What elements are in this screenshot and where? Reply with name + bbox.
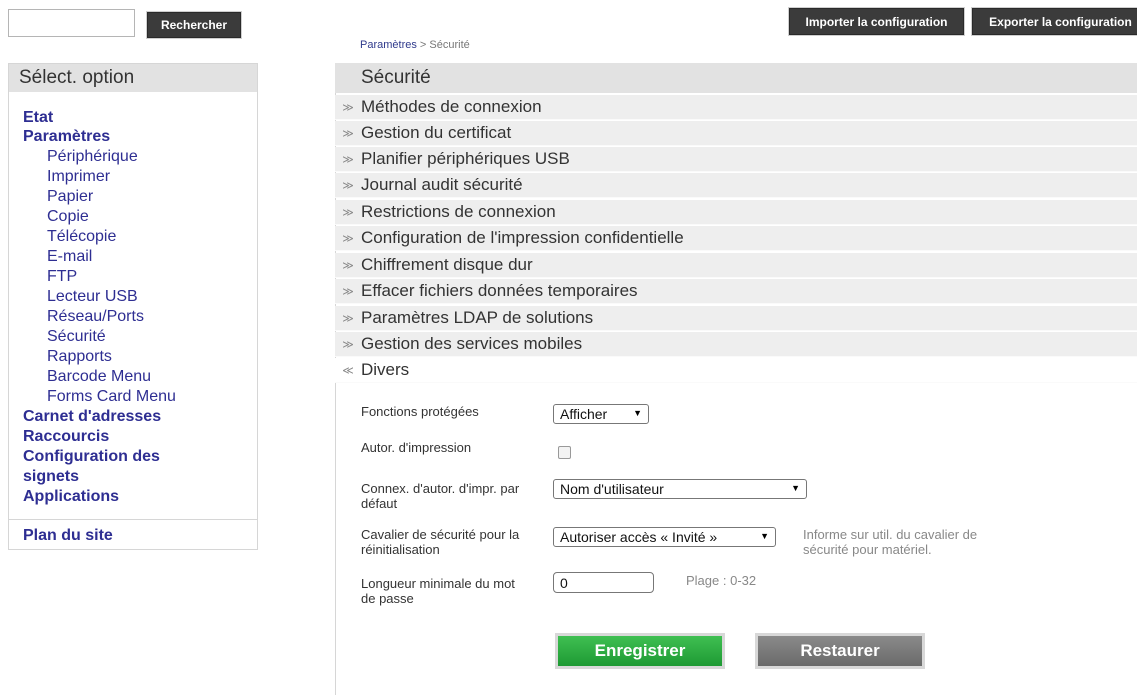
sidebar-item-etat[interactable]: Etat bbox=[23, 108, 53, 128]
expand-chevron-icon: ≫ bbox=[342, 153, 354, 166]
password-range-hint: Plage : 0-32 bbox=[686, 573, 757, 588]
breadcrumb-separator: > bbox=[416, 39, 430, 51]
sidebar-item-raccourcis[interactable]: Raccourcis bbox=[23, 427, 109, 447]
section-chiffrement-disque[interactable]: ≫ Chiffrement disque dur bbox=[335, 253, 1137, 278]
min-password-length-label: Longueur minimale du mot de passe bbox=[361, 576, 515, 606]
breadcrumb: Paramètres > Sécurité bbox=[360, 39, 470, 51]
section-divers[interactable]: ≪ Divers bbox=[335, 358, 1137, 383]
section-label: Divers bbox=[361, 360, 410, 379]
sidebar-item-ftp[interactable]: FTP bbox=[47, 267, 77, 287]
sidebar-item-parametres[interactable]: Paramètres bbox=[23, 127, 110, 147]
section-services-mobiles[interactable]: ≫ Gestion des services mobiles bbox=[335, 332, 1137, 357]
sidebar-item-rapports[interactable]: Rapports bbox=[47, 347, 112, 367]
export-configuration-button[interactable]: Exporter la configuration bbox=[972, 8, 1137, 35]
section-label: Méthodes de connexion bbox=[361, 97, 542, 116]
section-label: Gestion du certificat bbox=[361, 123, 512, 142]
sidebar-item-applications[interactable]: Applications bbox=[23, 487, 119, 507]
import-configuration-button[interactable]: Importer la configuration bbox=[789, 8, 964, 35]
save-button[interactable]: Enregistrer bbox=[555, 633, 725, 669]
sidebar-item-papier[interactable]: Papier bbox=[47, 187, 93, 207]
expand-chevron-icon: ≫ bbox=[342, 127, 354, 140]
select-value: Nom d'utilisateur bbox=[560, 481, 664, 497]
section-gestion-certificat[interactable]: ≫ Gestion du certificat bbox=[335, 121, 1137, 146]
sidebar: Sélect. option Etat Paramètres Périphéri… bbox=[8, 63, 258, 550]
security-jumper-select[interactable]: Autoriser accès « Invité » ▼ bbox=[553, 527, 776, 547]
restore-button[interactable]: Restaurer bbox=[755, 633, 925, 669]
search-input[interactable] bbox=[8, 9, 135, 37]
sidebar-item-telecopie[interactable]: Télécopie bbox=[47, 227, 116, 247]
breadcrumb-parent-link[interactable]: Paramètres bbox=[360, 39, 417, 51]
expand-chevron-icon: ≫ bbox=[342, 179, 354, 192]
breadcrumb-current: Sécurité bbox=[429, 39, 470, 51]
section-journal-audit[interactable]: ≫ Journal audit sécurité bbox=[335, 173, 1137, 198]
section-label: Restrictions de connexion bbox=[361, 202, 556, 221]
default-login-select[interactable]: Nom d'utilisateur ▼ bbox=[553, 479, 807, 499]
section-label: Paramètres LDAP de solutions bbox=[361, 308, 594, 327]
sidebar-item-imprimer[interactable]: Imprimer bbox=[47, 167, 110, 187]
section-label: Effacer fichiers données temporaires bbox=[361, 281, 638, 300]
sidebar-item-email[interactable]: E-mail bbox=[47, 247, 92, 267]
expand-chevron-icon: ≫ bbox=[342, 206, 354, 219]
section-effacer-fichiers[interactable]: ≫ Effacer fichiers données temporaires bbox=[335, 279, 1137, 304]
sidebar-item-copie[interactable]: Copie bbox=[47, 207, 89, 227]
section-restrictions-connexion[interactable]: ≫ Restrictions de connexion bbox=[335, 200, 1137, 225]
section-label: Journal audit sécurité bbox=[361, 175, 523, 194]
select-value: Autoriser accès « Invité » bbox=[560, 529, 718, 545]
protected-functions-select[interactable]: Afficher ▼ bbox=[553, 404, 649, 424]
dropdown-arrow-icon: ▼ bbox=[633, 408, 642, 418]
sidebar-item-configuration-signets-line2[interactable]: signets bbox=[23, 467, 79, 487]
sidebar-item-plan-du-site[interactable]: Plan du site bbox=[23, 526, 113, 546]
section-impression-confidentielle[interactable]: ≫ Configuration de l'impression confident… bbox=[335, 226, 1137, 251]
sidebar-item-forms-card-menu[interactable]: Forms Card Menu bbox=[47, 387, 176, 407]
min-password-length-input[interactable]: 0 bbox=[553, 572, 654, 593]
expand-chevron-icon: ≫ bbox=[342, 285, 354, 298]
search-button[interactable]: Rechercher bbox=[147, 12, 241, 38]
sidebar-item-configuration-signets[interactable]: Configuration des bbox=[23, 447, 160, 467]
section-planifier-usb[interactable]: ≫ Planifier périphériques USB bbox=[335, 147, 1137, 172]
collapse-chevron-icon: ≪ bbox=[342, 364, 354, 377]
sidebar-item-securite[interactable]: Sécurité bbox=[47, 327, 106, 347]
expand-chevron-icon: ≫ bbox=[342, 259, 354, 272]
page-title: Sécurité bbox=[335, 63, 1137, 93]
expand-chevron-icon: ≫ bbox=[342, 338, 354, 351]
sidebar-item-peripherique[interactable]: Périphérique bbox=[47, 147, 138, 167]
sidebar-divider bbox=[9, 519, 257, 520]
print-auth-label: Autor. d'impression bbox=[361, 440, 472, 455]
sidebar-item-lecteur-usb[interactable]: Lecteur USB bbox=[47, 287, 138, 307]
print-auth-checkbox[interactable] bbox=[558, 446, 571, 459]
section-label: Planifier périphériques USB bbox=[361, 149, 570, 168]
security-jumper-label: Cavalier de sécurité pour la réinitialisa… bbox=[361, 527, 520, 557]
expand-chevron-icon: ≫ bbox=[342, 232, 354, 245]
sidebar-item-carnet-adresses[interactable]: Carnet d'adresses bbox=[23, 407, 161, 427]
dropdown-arrow-icon: ▼ bbox=[760, 531, 769, 541]
default-login-label: Connex. d'autor. d'impr. par défaut bbox=[361, 481, 520, 511]
section-label: Gestion des services mobiles bbox=[361, 334, 583, 353]
sidebar-item-barcode-menu[interactable]: Barcode Menu bbox=[47, 367, 151, 387]
expand-chevron-icon: ≫ bbox=[342, 101, 354, 114]
sidebar-item-reseau-ports[interactable]: Réseau/Ports bbox=[47, 307, 144, 327]
expand-chevron-icon: ≫ bbox=[342, 312, 354, 325]
select-value: Afficher bbox=[560, 406, 608, 422]
section-label: Chiffrement disque dur bbox=[361, 255, 533, 274]
dropdown-arrow-icon: ▼ bbox=[791, 483, 800, 493]
section-label: Configuration de l'impression confidenti… bbox=[361, 228, 684, 247]
section-ldap-solutions[interactable]: ≫ Paramètres LDAP de solutions bbox=[335, 306, 1137, 331]
section-methodes-connexion[interactable]: ≫ Méthodes de connexion bbox=[335, 95, 1137, 120]
sidebar-title: Sélect. option bbox=[9, 64, 257, 92]
protected-functions-label: Fonctions protégées bbox=[361, 404, 479, 419]
security-jumper-hint: Informe sur util. du cavalier de sécurité… bbox=[803, 527, 978, 557]
